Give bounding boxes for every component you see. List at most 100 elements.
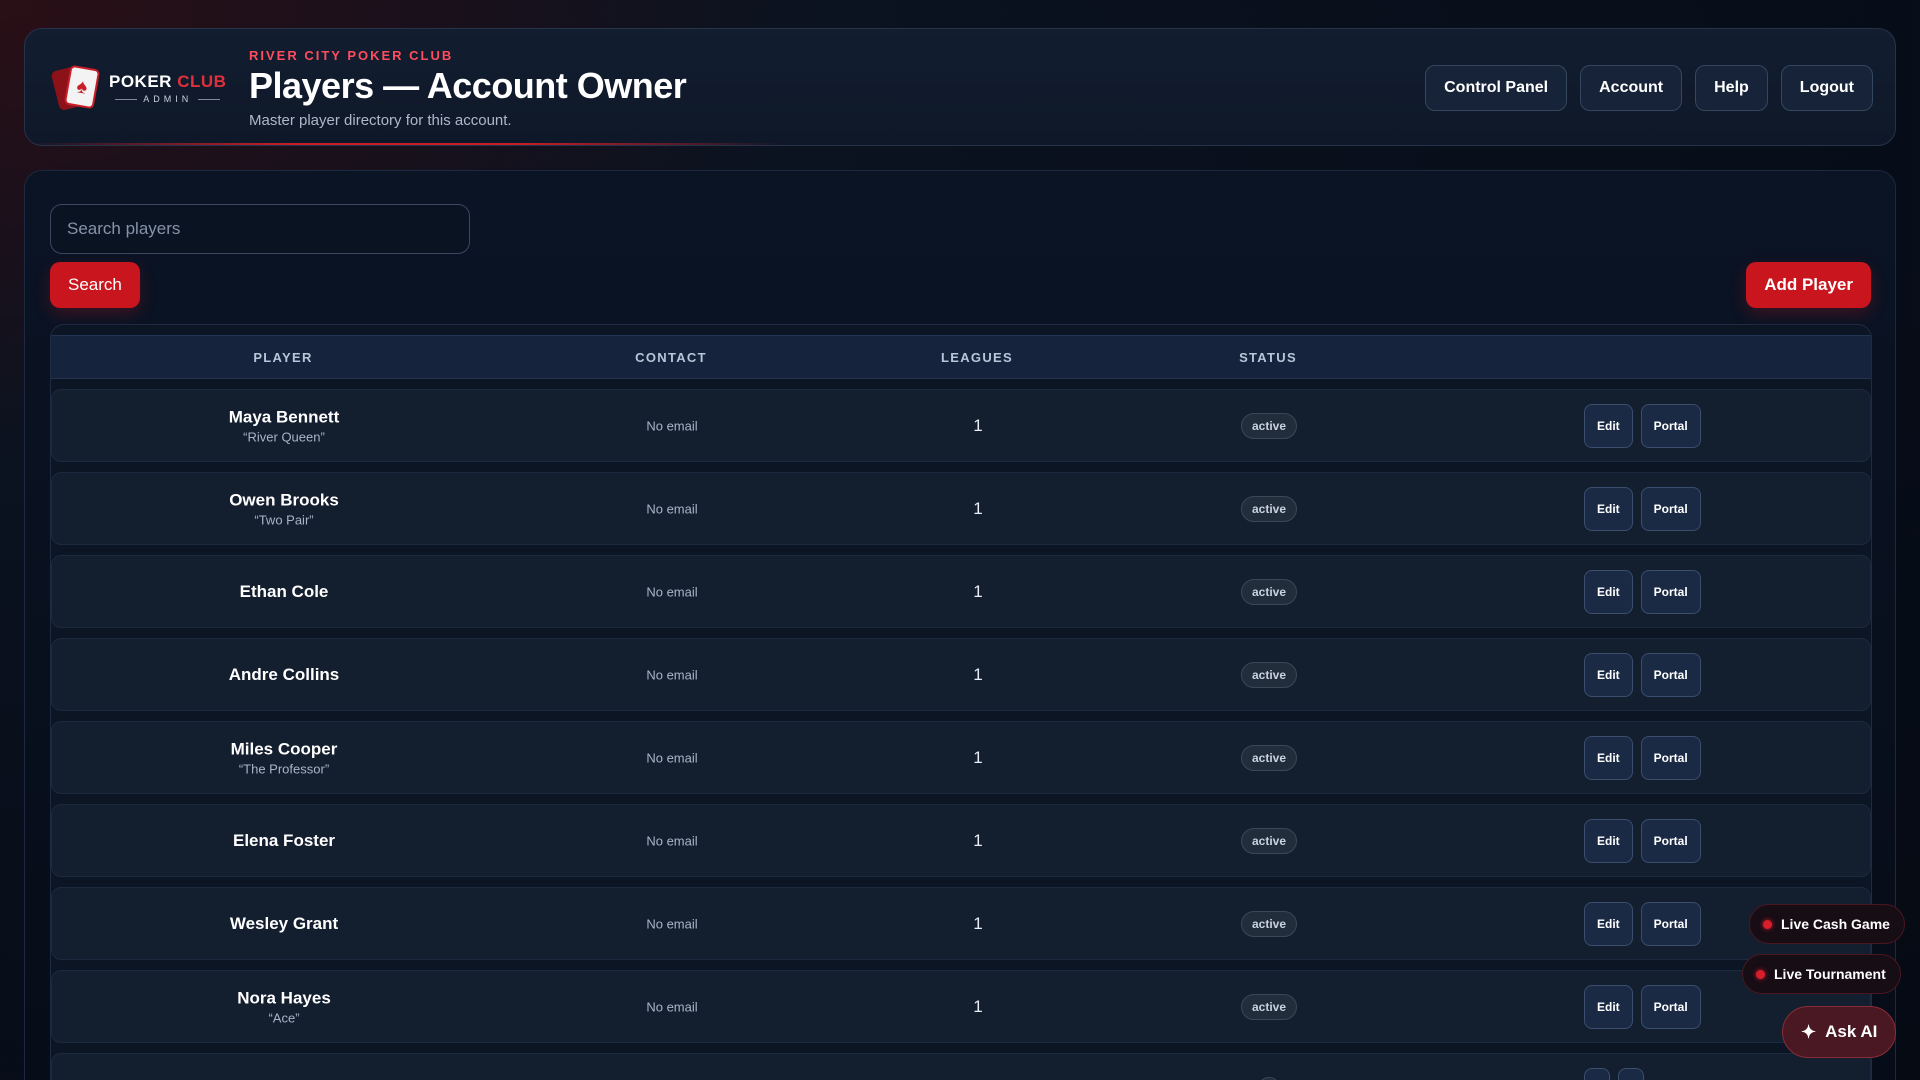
page-title: Players — Account Owner (249, 65, 687, 106)
spade-card: ♠ (63, 64, 101, 110)
leagues-cell: 1 (973, 498, 983, 518)
column-header-leagues[interactable]: LEAGUES (941, 336, 1013, 380)
account-button[interactable]: Account (1580, 65, 1683, 111)
app-header: ♠ POKER CLUB ADMIN RIVER CITY POKER CLUB… (24, 28, 1896, 146)
status-badge: active (1240, 744, 1298, 771)
player-cell: Wesley Grant (230, 914, 338, 934)
portal-button[interactable]: Portal (1640, 403, 1701, 448)
edit-button[interactable]: Edit (1584, 486, 1633, 531)
player-name[interactable]: Maya Bennett (229, 407, 340, 427)
status-badge: active (1240, 661, 1298, 688)
row-actions: Edit Portal (1584, 818, 1701, 863)
add-player-button[interactable]: Add Player (1746, 262, 1871, 308)
player-name[interactable]: Andre Collins (229, 665, 340, 685)
leagues-cell: 1 (973, 747, 983, 767)
contact-cell: No email (646, 750, 698, 765)
player-cell: Ethan Cole (240, 582, 329, 602)
portal-button[interactable]: Portal (1640, 486, 1701, 531)
help-button[interactable]: Help (1695, 65, 1768, 111)
control-panel-button[interactable]: Control Panel (1425, 65, 1568, 111)
table-row[interactable]: Miles Cooper “The Professor” No email 1 … (51, 721, 1871, 794)
column-header-contact[interactable]: CONTACT (635, 336, 707, 380)
contact-cell: No email (646, 833, 698, 848)
portal-button[interactable]: Portal (1640, 984, 1701, 1029)
sparkle-icon: ✦ (1801, 1021, 1817, 1042)
edit-button[interactable]: Edit (1584, 569, 1633, 614)
row-actions: Edit Portal (1584, 652, 1701, 697)
player-nickname: “The Professor” (238, 761, 330, 776)
live-cash-game-button[interactable]: Live Cash Game (1749, 904, 1905, 944)
player-name[interactable]: Owen Brooks (229, 490, 339, 510)
player-name[interactable]: Wesley Grant (230, 914, 338, 934)
live-cash-game-label: Live Cash Game (1781, 916, 1890, 932)
portal-button[interactable]: Portal (1640, 735, 1701, 780)
page-subtitle: Master player directory for this account… (249, 112, 512, 129)
edit-button[interactable]: Edit (1584, 818, 1633, 863)
leagues-cell: 1 (973, 581, 983, 601)
player-name[interactable]: Miles Cooper (231, 739, 338, 759)
player-name[interactable]: Nora Hayes (237, 988, 331, 1008)
playing-cards-icon: ♠ (50, 64, 101, 112)
column-header-status[interactable]: STATUS (1239, 336, 1297, 380)
live-tournament-button[interactable]: Live Tournament (1742, 954, 1901, 994)
table-row[interactable] (51, 1053, 1871, 1080)
contact-cell: No email (646, 501, 698, 516)
portal-button[interactable]: Portal (1640, 652, 1701, 697)
logo-word-admin: ADMIN (115, 94, 220, 104)
player-cell: Owen Brooks “Two Pair” (229, 490, 339, 527)
table-row[interactable]: Elena Foster No email 1 active Edit Port… (51, 804, 1871, 877)
live-tournament-label: Live Tournament (1774, 966, 1886, 982)
table-row[interactable]: Owen Brooks “Two Pair” No email 1 active… (51, 472, 1871, 545)
table-row[interactable]: Maya Bennett “River Queen” No email 1 ac… (51, 389, 1871, 462)
row-actions: Edit Portal (1584, 569, 1701, 614)
edit-button[interactable]: Edit (1584, 984, 1633, 1029)
logo-word-club: CLUB (177, 72, 227, 91)
table-row[interactable]: Ethan Cole No email 1 active Edit Portal (51, 555, 1871, 628)
leagues-cell: 1 (973, 996, 983, 1016)
portal-button[interactable]: Portal (1640, 569, 1701, 614)
status-badge: active (1240, 827, 1298, 854)
live-indicator-dot (1763, 919, 1772, 929)
player-cell: Elena Foster (233, 831, 335, 851)
status-badge (1258, 1076, 1280, 1080)
edit-button[interactable]: Edit (1584, 901, 1633, 946)
edit-button[interactable]: Edit (1584, 652, 1633, 697)
logo-text: POKER CLUB ADMIN (109, 72, 226, 104)
player-name[interactable]: Elena Foster (233, 831, 335, 851)
leagues-cell: 1 (973, 830, 983, 850)
contact-cell: No email (646, 916, 698, 931)
portal-button[interactable]: Portal (1640, 818, 1701, 863)
player-cell: Miles Cooper “The Professor” (231, 739, 338, 776)
poker-club-logo[interactable]: ♠ POKER CLUB ADMIN (50, 64, 251, 112)
player-nickname: “Two Pair” (254, 512, 314, 527)
spade-icon: ♠ (74, 74, 90, 99)
status-badge: active (1240, 578, 1298, 605)
table-header: PLAYER CONTACT LEAGUES STATUS (51, 335, 1871, 379)
table-row[interactable]: Nora Hayes “Ace” No email 1 active Edit … (51, 970, 1871, 1043)
player-nickname: “Ace” (268, 1010, 300, 1025)
player-name[interactable]: Ethan Cole (240, 582, 329, 602)
player-cell: Andre Collins (229, 665, 340, 685)
portal-button[interactable]: Portal (1640, 901, 1701, 946)
player-nickname: “River Queen” (243, 429, 325, 444)
row-actions: Edit Portal (1584, 403, 1701, 448)
search-input[interactable] (50, 204, 470, 254)
row-actions (1584, 1067, 1644, 1080)
contact-cell: No email (646, 418, 698, 433)
edit-button[interactable]: Edit (1584, 403, 1633, 448)
search-button[interactable]: Search (50, 262, 140, 308)
status-badge: active (1240, 910, 1298, 937)
table-row[interactable]: Andre Collins No email 1 active Edit Por… (51, 638, 1871, 711)
column-header-player[interactable]: PLAYER (253, 336, 312, 380)
ask-ai-label: Ask AI (1825, 1022, 1878, 1041)
ask-ai-button[interactable]: ✦ Ask AI (1782, 1006, 1897, 1058)
table-row[interactable]: Wesley Grant No email 1 active Edit Port… (51, 887, 1871, 960)
edit-button[interactable]: Edit (1584, 735, 1633, 780)
contact-cell: No email (646, 999, 698, 1014)
logout-button[interactable]: Logout (1780, 65, 1873, 111)
edit-button[interactable] (1584, 1067, 1610, 1080)
header-accent-line (25, 143, 785, 145)
contact-cell: No email (646, 667, 698, 682)
players-table: PLAYER CONTACT LEAGUES STATUS Maya Benne… (50, 324, 1872, 1080)
portal-button[interactable] (1618, 1067, 1644, 1080)
